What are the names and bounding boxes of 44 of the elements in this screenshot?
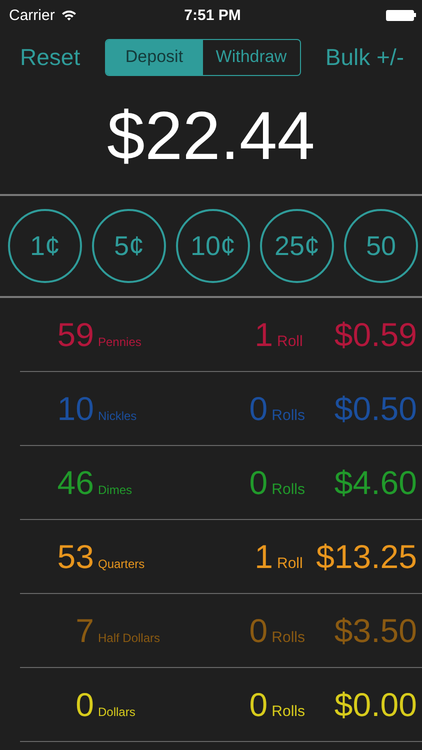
total-amount: $22.44 xyxy=(106,97,316,176)
roll-count: 0 xyxy=(248,686,268,724)
reset-button[interactable]: Reset xyxy=(14,40,86,74)
coin-name: Pennies xyxy=(98,334,142,348)
segment-tab[interactable]: Withdraw xyxy=(202,40,300,74)
coin-value: $13.25 xyxy=(315,538,417,576)
roll-count: 0 xyxy=(248,612,268,650)
coin-count: 46 xyxy=(56,464,94,502)
coin-name: Half Dollars xyxy=(98,630,160,644)
roll-count: 1 xyxy=(254,538,273,576)
bulk-button[interactable]: Bulk +/- xyxy=(319,40,410,74)
roll-count: 0 xyxy=(248,464,268,502)
carrier-label: Carrier xyxy=(9,6,55,24)
coin-value: $0.50 xyxy=(333,390,417,428)
coin-button[interactable]: 5¢ xyxy=(92,209,166,283)
coin-count: 7 xyxy=(74,612,94,650)
coin-count: 0 xyxy=(74,686,94,724)
coin-name: Quarters xyxy=(98,556,145,570)
roll-label: Rolls xyxy=(272,480,305,498)
roll-label: Rolls xyxy=(272,406,305,424)
coin-count: 53 xyxy=(56,538,94,576)
coin-button[interactable]: 10¢ xyxy=(176,209,250,283)
coin-button[interactable]: 50 xyxy=(344,209,418,283)
coin-count: 59 xyxy=(56,316,94,354)
coin-value: $4.60 xyxy=(333,464,417,502)
coin-name: Dollars xyxy=(98,704,136,718)
coin-name: Nickles xyxy=(98,408,137,422)
coin-value: $0.59 xyxy=(333,316,417,354)
roll-label: Roll xyxy=(277,332,303,350)
roll-label: Rolls xyxy=(272,702,305,720)
coin-value: $0.00 xyxy=(333,686,417,724)
coin-button[interactable]: 1¢ xyxy=(8,209,82,283)
segment-tab[interactable]: Deposit xyxy=(106,40,203,74)
roll-label: Roll xyxy=(277,554,303,572)
roll-count: 1 xyxy=(254,316,273,354)
coin-value: $3.50 xyxy=(333,612,417,650)
wifi-icon xyxy=(60,9,77,21)
clock-time: 7:51 PM xyxy=(184,6,241,24)
roll-count: 0 xyxy=(248,390,268,428)
battery-icon xyxy=(386,10,416,20)
roll-label: Rolls xyxy=(272,628,305,646)
coin-button[interactable]: 25¢ xyxy=(260,209,334,283)
coin-name: Dimes xyxy=(98,482,132,496)
coin-count: 10 xyxy=(56,390,94,428)
